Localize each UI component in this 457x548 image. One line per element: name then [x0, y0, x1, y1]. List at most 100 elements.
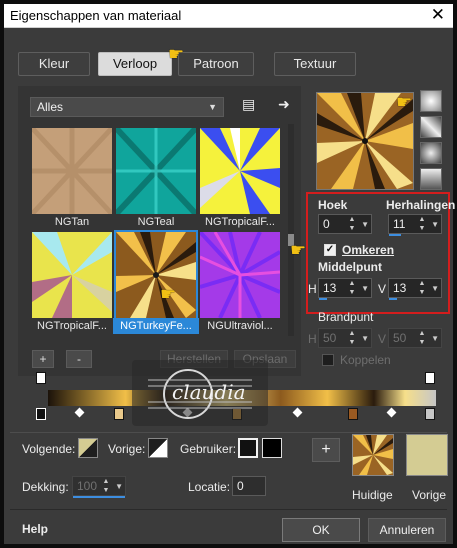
center-label: Middelpunt: [318, 260, 382, 274]
close-icon[interactable]: ✕: [431, 5, 445, 25]
arrow-right-icon[interactable]: ➜: [278, 96, 290, 113]
focus-label: Brandpunt: [318, 310, 374, 324]
gradient-thumb-ngteal[interactable]: [113, 125, 199, 217]
gradient-thumb-ngtropical-1[interactable]: [200, 128, 280, 214]
next-label: Volgende:: [22, 442, 76, 456]
chevron-down-icon[interactable]: ▼: [115, 482, 123, 491]
user-swatch-black[interactable]: [262, 438, 282, 458]
style-radial-button[interactable]: [420, 142, 442, 164]
focus-v-label: V: [378, 332, 387, 346]
midpoint-marker[interactable]: [292, 407, 303, 418]
remove-gradient-button[interactable]: -: [66, 350, 92, 368]
center-h-spinner[interactable]: 13 ▲ ▼ ▼: [318, 278, 372, 300]
library-list-icon[interactable]: ▤: [242, 96, 255, 113]
user-swatch-dark[interactable]: [238, 438, 258, 458]
opacity-level-bar: [73, 496, 125, 498]
category-dropdown[interactable]: Alles ▼: [30, 97, 224, 117]
center-v-spinner[interactable]: 13 ▲ ▼ ▼: [388, 278, 442, 300]
separator: [10, 509, 447, 510]
gradient-thumb-ngtan[interactable]: [30, 126, 114, 216]
spin-arrows-icon[interactable]: ▲ ▼: [347, 329, 357, 347]
gradient-thumb-ngturkeyfeathers[interactable]: [114, 230, 198, 320]
watermark: claudia: [132, 360, 268, 426]
focus-v-spinner[interactable]: 50 ▲ ▼ ▼: [388, 328, 442, 348]
focus-h-spinner[interactable]: 50 ▲ ▼ ▼: [318, 328, 372, 348]
pointer-hand-icon: ☛: [160, 284, 177, 304]
cancel-button[interactable]: Annuleren: [368, 518, 446, 542]
location-value: 0: [237, 479, 244, 493]
center-h-level-bar: [319, 298, 327, 300]
watermark-text: claudia: [172, 380, 246, 404]
link-checkbox[interactable]: [322, 354, 334, 366]
color-stop[interactable]: [425, 408, 435, 420]
spin-arrows-icon[interactable]: ▲ ▼: [347, 215, 357, 233]
tab-texture[interactable]: Textuur: [274, 52, 356, 76]
current-preview: [352, 434, 394, 476]
gradient-thumb-ngtropical-2[interactable]: [32, 232, 112, 318]
focus-h-value: 50: [323, 331, 337, 345]
current-preview-image: [353, 435, 393, 475]
chevron-down-icon[interactable]: ▼: [431, 284, 439, 293]
tab-gradient[interactable]: Verloop: [98, 52, 172, 76]
gradient-thumb-ngultraviolet[interactable]: [198, 230, 281, 319]
invert-label: Omkeren: [342, 243, 395, 257]
add-stop-button[interactable]: +: [312, 438, 340, 462]
gradient-swatch: [200, 128, 280, 214]
gradient-name: NGTropicalF...: [205, 216, 275, 228]
angle-spinner[interactable]: 0 ▲ ▼ ▼: [318, 214, 372, 234]
spin-arrows-icon[interactable]: ▲ ▼: [347, 279, 357, 297]
gradient-swatch: [30, 126, 114, 216]
tab-color[interactable]: Kleur: [18, 52, 90, 76]
chevron-down-icon[interactable]: ▼: [361, 220, 369, 229]
color-stop[interactable]: [348, 408, 358, 420]
ok-button[interactable]: OK: [282, 518, 360, 542]
angle-label: Hoek: [318, 198, 348, 212]
previous-preview: [406, 434, 448, 476]
chevron-down-icon[interactable]: ▼: [431, 220, 439, 229]
chevron-down-icon[interactable]: ▼: [431, 334, 439, 343]
add-gradient-button[interactable]: +: [32, 350, 54, 368]
style-sunburst-button[interactable]: [420, 168, 442, 190]
opacity-stop-left[interactable]: [36, 372, 46, 384]
opacity-spinner[interactable]: 100 ▲ ▼ ▼: [72, 476, 126, 498]
midpoint-marker[interactable]: [74, 407, 85, 418]
material-properties-dialog: Eigenschappen van materiaal ✕ Kleur Verl…: [0, 0, 457, 548]
gradient-name: NGUltraviol...: [207, 320, 273, 332]
dialog-title: Eigenschappen van materiaal: [10, 8, 182, 23]
next-swatch[interactable]: [78, 438, 98, 458]
repeats-level-bar: [389, 234, 401, 236]
location-input[interactable]: 0: [232, 476, 266, 496]
opacity-label: Dekking:: [22, 480, 69, 494]
center-v-label: V: [378, 282, 387, 296]
gradient-name: NGTeal: [137, 216, 175, 228]
help-link[interactable]: Help: [22, 522, 48, 536]
chevron-down-icon[interactable]: ▼: [361, 284, 369, 293]
separator: [10, 432, 447, 433]
prev-swatch[interactable]: [148, 438, 168, 458]
pointer-hand-icon: ☛: [290, 240, 307, 260]
chevron-down-icon[interactable]: ▼: [361, 334, 369, 343]
spin-arrows-icon[interactable]: ▲ ▼: [417, 215, 427, 233]
focus-h-label: H: [308, 332, 317, 346]
library-scrollbar[interactable]: [288, 124, 294, 336]
category-value: Alles: [37, 100, 64, 114]
center-v-value: 13: [393, 281, 407, 295]
color-stop[interactable]: [114, 408, 124, 420]
opacity-stop-right[interactable]: [425, 372, 435, 384]
focus-v-value: 50: [393, 331, 407, 345]
midpoint-marker[interactable]: [386, 407, 397, 418]
invert-checkbox[interactable]: ✓: [324, 244, 336, 256]
spin-arrows-icon[interactable]: ▲ ▼: [417, 279, 427, 297]
tab-pattern[interactable]: Patroon: [178, 52, 254, 76]
style-linear-button[interactable]: [420, 90, 442, 112]
spin-arrows-icon[interactable]: ▲ ▼: [417, 329, 427, 347]
repeats-spinner[interactable]: 11 ▲ ▼ ▼: [388, 214, 442, 236]
gradient-swatch: [198, 230, 281, 319]
color-stop[interactable]: [36, 408, 46, 420]
title-bar: Eigenschappen van materiaal ✕: [4, 4, 453, 28]
pointer-hand-icon: ☛: [396, 92, 413, 112]
style-rectangular-button[interactable]: [420, 116, 442, 138]
gradient-swatch: [113, 125, 199, 217]
user-label: Gebruiker:: [180, 442, 237, 456]
spin-arrows-icon[interactable]: ▲ ▼: [101, 477, 111, 495]
